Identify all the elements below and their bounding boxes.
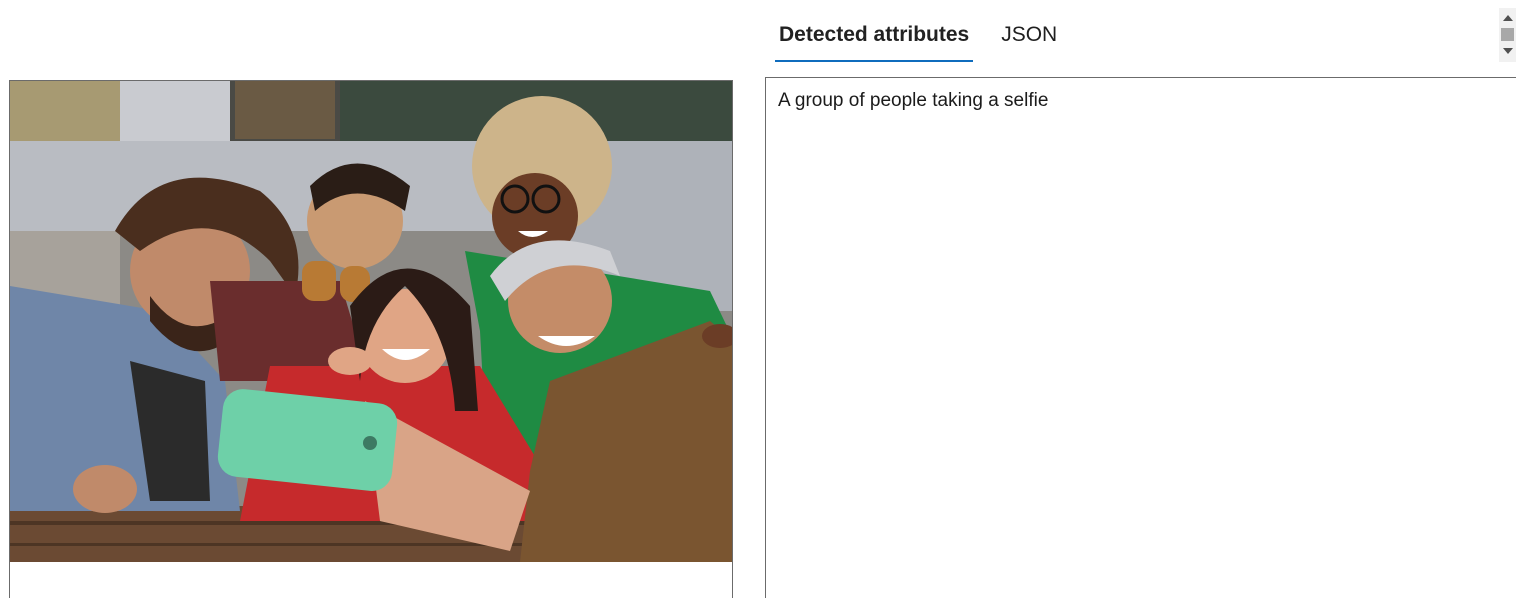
- scroll-down-icon[interactable]: [1503, 48, 1513, 54]
- tab-detected-attributes[interactable]: Detected attributes: [775, 14, 974, 62]
- group-selfie-photo: [10, 81, 732, 562]
- image-preview-frame: [9, 80, 733, 598]
- scroll-thumb[interactable]: [1501, 28, 1514, 41]
- detected-attributes-panel: A group of people taking a selfie: [765, 77, 1516, 598]
- scroll-up-icon[interactable]: [1503, 15, 1513, 21]
- image-caption: A group of people taking a selfie: [778, 90, 1049, 111]
- result-tabs: Detected attributes JSON: [775, 14, 1085, 62]
- image-analysis-page: Detected attributes JSON A group of peop…: [0, 0, 1516, 598]
- page-scrollbar[interactable]: [1499, 8, 1516, 62]
- tab-json[interactable]: JSON: [997, 14, 1061, 62]
